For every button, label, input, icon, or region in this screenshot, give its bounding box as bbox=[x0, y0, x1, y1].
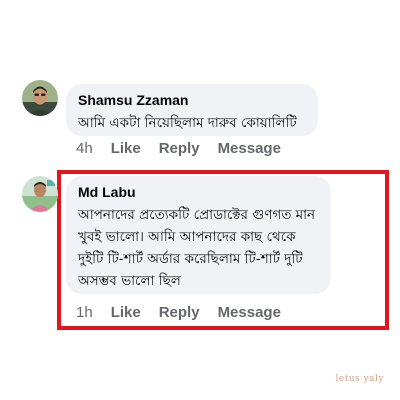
avatar[interactable] bbox=[22, 176, 58, 212]
comment-text-line: আপনাদের প্রত্যেকটি প্রোডাক্টের গুণগত মান bbox=[78, 207, 316, 223]
avatar-photo-icon bbox=[22, 80, 58, 116]
comment-actions: 4h Like Reply Message bbox=[76, 140, 299, 157]
reply-button[interactable]: Reply bbox=[159, 304, 200, 321]
comment-bubble: Md Labu আপনাদের প্রত্যেকটি প্রোডাক্টের গ… bbox=[66, 176, 331, 294]
comment-text: আপনাদের প্রত্যেকটি প্রোডাক্টের গুণগত মান… bbox=[78, 204, 319, 292]
comment-timestamp[interactable]: 4h bbox=[76, 140, 93, 157]
like-button[interactable]: Like bbox=[111, 140, 141, 157]
comment-bubble: Shamsu Zzaman আমি একটা নিয়েছিলাম দারুব … bbox=[66, 84, 318, 136]
avatar[interactable] bbox=[22, 80, 58, 116]
reply-button[interactable]: Reply bbox=[159, 140, 200, 157]
message-button[interactable]: Message bbox=[218, 304, 281, 321]
message-button[interactable]: Message bbox=[218, 140, 281, 157]
comment-text-line: অসম্ভব ভালো ছিল bbox=[78, 273, 181, 289]
comment-author[interactable]: Md Labu bbox=[78, 183, 319, 201]
comment-text-line: খুবই ভালো। আমি আপনাদের কাছ থেকে bbox=[78, 229, 296, 245]
comment-timestamp[interactable]: 1h bbox=[76, 304, 93, 321]
avatar-photo-icon bbox=[22, 176, 58, 212]
comment-actions: 1h Like Reply Message bbox=[76, 304, 299, 321]
like-button[interactable]: Like bbox=[111, 304, 141, 321]
comment-author[interactable]: Shamsu Zzaman bbox=[78, 91, 306, 109]
comment-text: আমি একটা নিয়েছিলাম দারুব কোয়ালিটি bbox=[78, 115, 297, 131]
comment-text-line: দুইটি টি-শার্ট অর্ডার করেছিলাম টি-শার্ট … bbox=[78, 251, 303, 267]
watermark: letus yaly bbox=[335, 374, 384, 384]
